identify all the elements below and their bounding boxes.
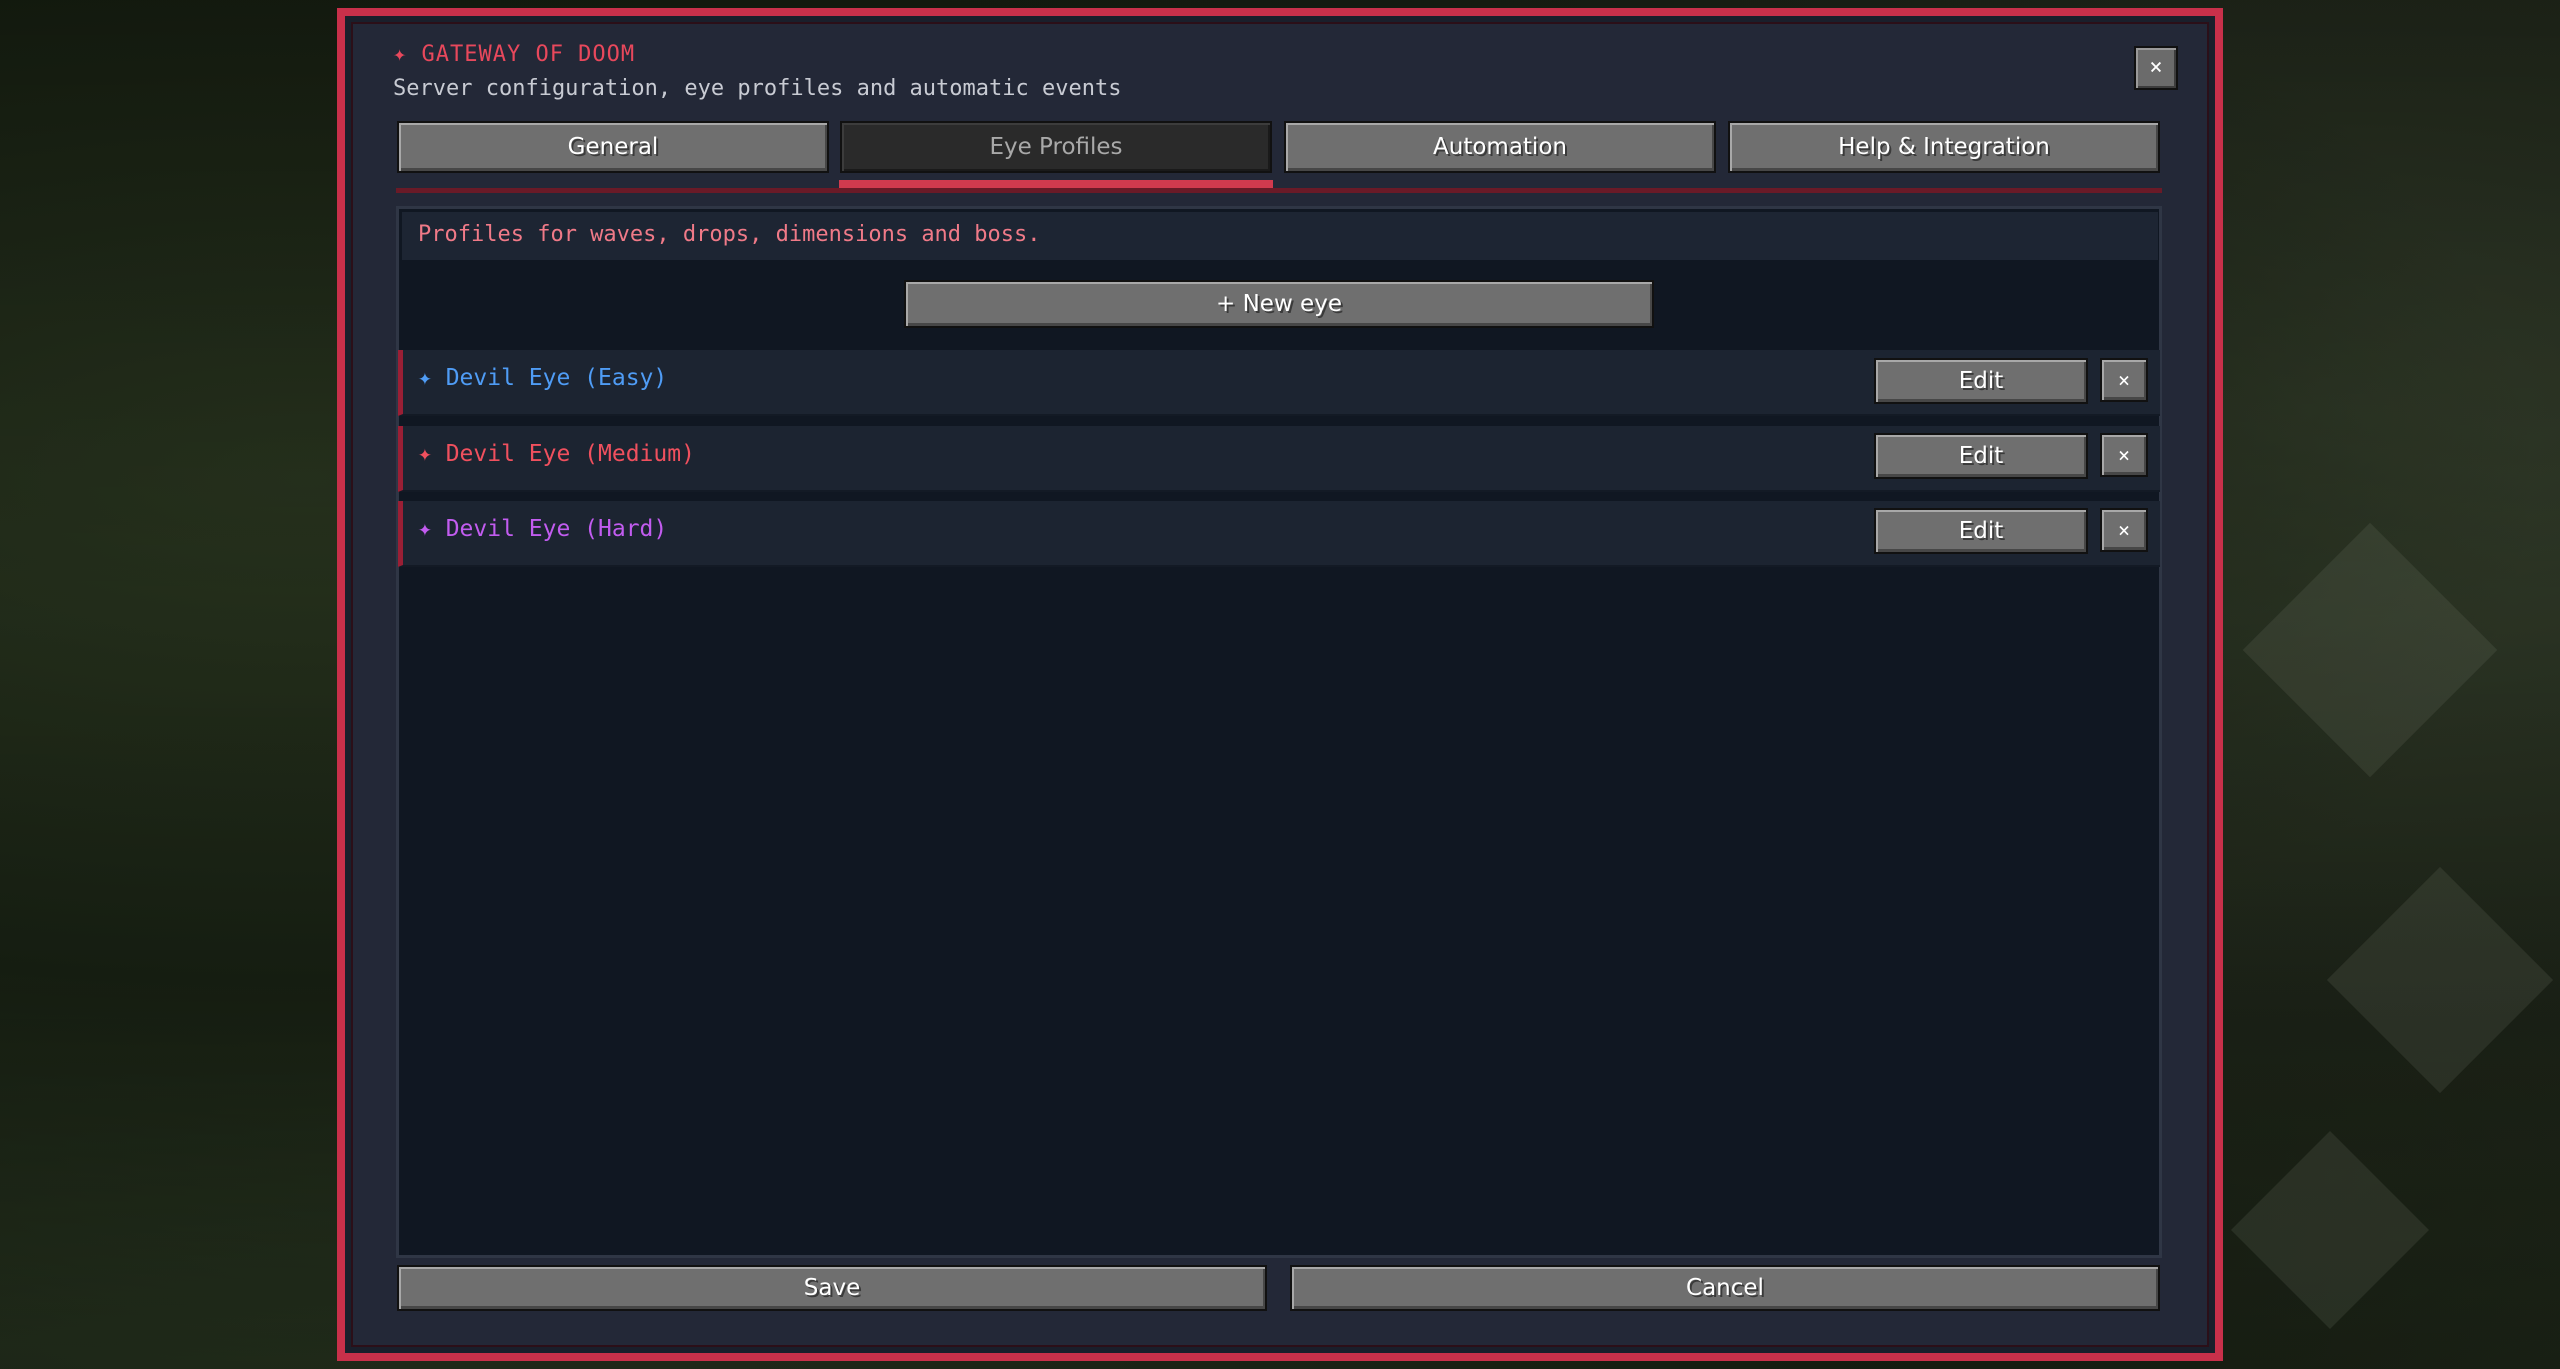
tab-divider (396, 188, 2162, 193)
profile-name: ✦ Devil Eye (Medium) (418, 441, 695, 467)
new-eye-button[interactable]: + New eye (904, 280, 1654, 328)
profile-name: ✦ Devil Eye (Easy) (418, 365, 668, 391)
close-window-button[interactable]: × (2134, 46, 2178, 90)
save-button[interactable]: Save (397, 1265, 1267, 1311)
delete-profile-button[interactable]: × (2100, 433, 2148, 477)
tab-help-integration[interactable]: Help & Integration (1728, 121, 2160, 173)
background-terrain (2326, 866, 2554, 1094)
tab-automation[interactable]: Automation (1284, 121, 1716, 173)
info-text: Profiles for waves, drops, dimensions an… (418, 222, 1041, 247)
tab-general[interactable]: General (397, 121, 829, 173)
delete-profile-button[interactable]: × (2100, 508, 2148, 552)
edit-profile-button[interactable]: Edit (1874, 508, 2088, 554)
background-terrain (2242, 522, 2498, 778)
tab-eye-profiles[interactable]: Eye Profiles (840, 121, 1272, 173)
delete-profile-button[interactable]: × (2100, 358, 2148, 402)
window-title: ✦ GATEWAY OF DOOM (393, 42, 636, 67)
edit-profile-button[interactable]: Edit (1874, 433, 2088, 479)
profile-name: ✦ Devil Eye (Hard) (418, 516, 668, 542)
cancel-button[interactable]: Cancel (1290, 1265, 2160, 1311)
window-subtitle: Server configuration, eye profiles and a… (393, 76, 1122, 101)
background-terrain (2231, 1131, 2429, 1329)
edit-profile-button[interactable]: Edit (1874, 358, 2088, 404)
